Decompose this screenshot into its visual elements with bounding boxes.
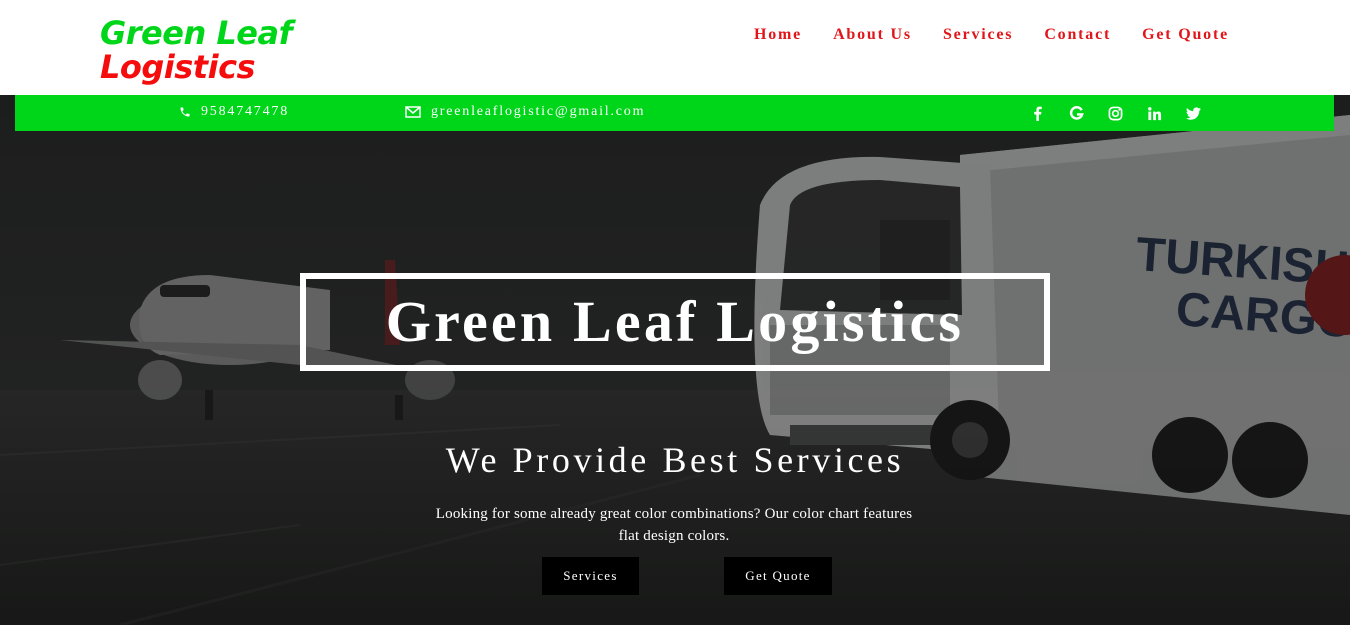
site-logo[interactable]: Green Leaf Logistics xyxy=(100,16,292,84)
email-contact[interactable]: greenleaflogistic@gmail.com xyxy=(405,104,645,120)
facebook-icon[interactable] xyxy=(1028,104,1047,123)
main-nav: Home About Us Services Contact Get Quote xyxy=(754,24,1229,46)
twitter-icon[interactable] xyxy=(1184,104,1203,123)
hero-description: Looking for some already great color com… xyxy=(435,506,913,544)
nav-services[interactable]: Services xyxy=(943,24,1013,46)
google-icon[interactable] xyxy=(1067,104,1086,123)
logo-text-green: Green Leaf xyxy=(100,14,292,52)
social-links xyxy=(1028,104,1203,123)
get-quote-button[interactable]: Get Quote xyxy=(724,557,832,595)
services-button[interactable]: Services xyxy=(542,557,639,595)
instagram-icon[interactable] xyxy=(1106,104,1125,123)
nav-contact[interactable]: Contact xyxy=(1044,24,1111,46)
phone-contact[interactable]: 9584747478 xyxy=(179,104,289,120)
nav-get-quote[interactable]: Get Quote xyxy=(1142,24,1229,46)
envelope-icon xyxy=(405,106,421,118)
email-address: greenleaflogistic@gmail.com xyxy=(431,104,646,119)
contact-info-bar: 9584747478 greenleaflogistic@gmail.com xyxy=(15,95,1334,131)
hero-title: Green Leaf Logistics xyxy=(385,289,965,354)
nav-home[interactable]: Home xyxy=(754,24,802,46)
phone-number: 9584747478 xyxy=(201,104,289,119)
hero-subtitle: We Provide Best Services xyxy=(445,440,905,480)
phone-icon xyxy=(180,107,190,117)
hero-title-box: Green Leaf Logistics xyxy=(300,273,1050,371)
logo-text-red: Logistics xyxy=(100,48,256,86)
site-header: Green Leaf Logistics Home About Us Servi… xyxy=(0,0,1350,95)
linkedin-icon[interactable] xyxy=(1145,104,1164,123)
nav-about-us[interactable]: About Us xyxy=(833,24,912,46)
